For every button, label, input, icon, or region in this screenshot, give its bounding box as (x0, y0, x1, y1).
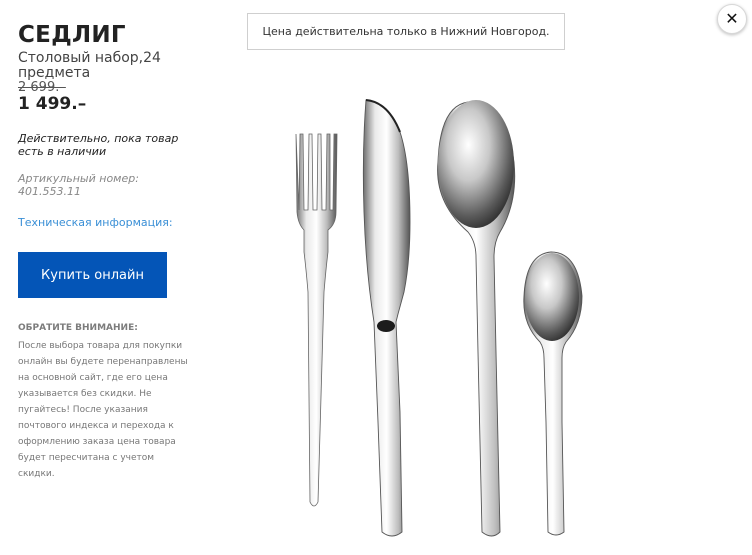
fork-icon (295, 133, 338, 507)
product-image (295, 99, 583, 537)
article-number: Артикульный номер: 401.553.11 (18, 172, 139, 198)
price-region-banner: Цена действительна только в Нижний Новго… (247, 13, 565, 50)
teaspoon-icon (523, 251, 583, 536)
close-button[interactable]: ✕ (717, 4, 747, 34)
current-price: 1 499.– (18, 94, 87, 114)
close-icon: ✕ (725, 9, 739, 28)
tech-info-link[interactable]: Техническая информация: (18, 216, 193, 229)
buy-online-button[interactable]: Купить онлайн (18, 252, 167, 298)
old-price: 2 699.– (18, 80, 66, 95)
validity-note: Действительно, пока товар есть в наличии (18, 132, 179, 158)
spoon-icon (437, 100, 516, 537)
notice-heading: ОБРАТИТЕ ВНИМАНИЕ: (18, 323, 138, 333)
knife-icon (362, 99, 411, 537)
product-info-panel: СЕДЛИГ Столовый набор,24 предмета 2 699.… (18, 22, 193, 482)
product-description: Столовый набор,24 предмета (18, 50, 161, 81)
notice-text: После выбора товара для покупки онлайн в… (18, 341, 188, 479)
product-title: СЕДЛИГ (18, 22, 126, 48)
